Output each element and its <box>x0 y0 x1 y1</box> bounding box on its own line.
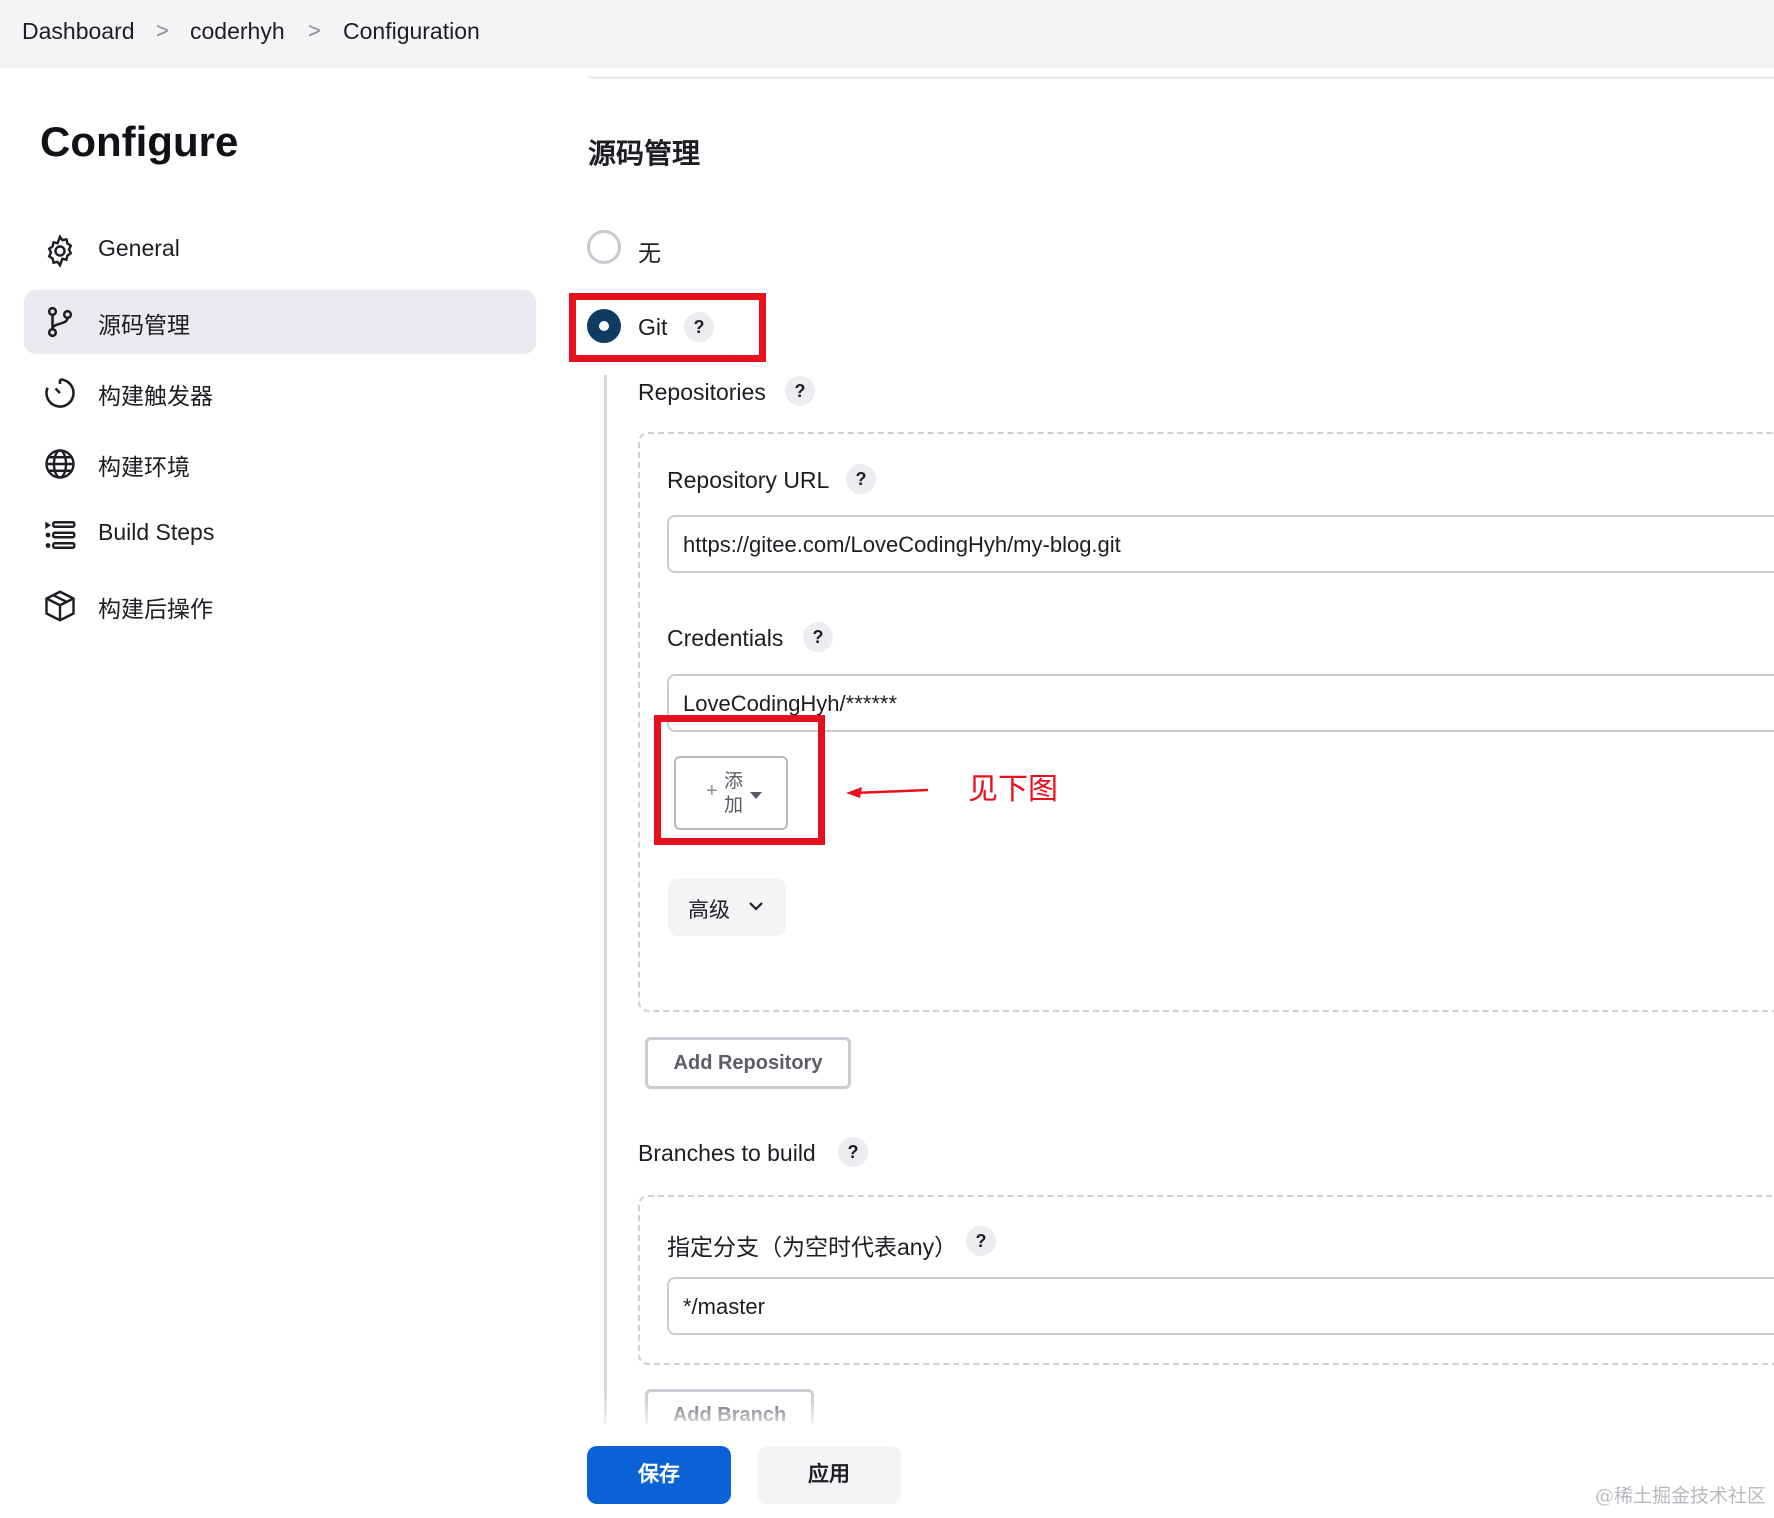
radio-none-label: 无 <box>638 240 661 266</box>
nested-indent-line <box>604 375 607 1425</box>
sidebar-item-label: 构建后操作 <box>98 596 213 622</box>
sidebar-item-label: 构建触发器 <box>98 383 213 409</box>
sidebar-item-label: 构建环境 <box>98 454 190 480</box>
sidebar-item-label: Build Steps <box>98 519 215 545</box>
sidebar-item-build-triggers[interactable]: 构建触发器 <box>24 361 536 425</box>
branches-label: Branches to build <box>638 1140 816 1166</box>
help-branch-specifier[interactable]: ? <box>966 1226 996 1256</box>
radio-none[interactable] <box>587 230 621 264</box>
help-branches[interactable]: ? <box>838 1137 868 1167</box>
page-title: Configure <box>40 118 239 165</box>
sidebar-item-build-steps[interactable]: Build Steps <box>24 503 536 567</box>
sidebar-item-build-environment[interactable]: 构建环境 <box>24 432 536 496</box>
package-icon <box>45 590 75 622</box>
annotation-text: 见下图 <box>968 773 1058 806</box>
help-repositories[interactable]: ? <box>785 376 815 406</box>
advanced-button[interactable]: 高级 <box>668 878 786 936</box>
credentials-select[interactable]: LoveCodingHyh/****** <box>667 674 1774 732</box>
sidebar-item-label: 源码管理 <box>98 312 190 338</box>
sidebar-item-source-management[interactable]: 源码管理 <box>24 290 536 354</box>
breadcrumb-dashboard[interactable]: Dashboard <box>22 18 135 45</box>
help-credentials[interactable]: ? <box>803 622 833 652</box>
globe-icon <box>45 449 75 479</box>
git-branch-icon <box>47 306 73 338</box>
breadcrumb-separator: > <box>308 18 321 43</box>
sidebar-item-label: General <box>98 235 180 261</box>
section-title: 源码管理 <box>588 138 701 169</box>
branch-specifier-label: 指定分支（为空时代表any） <box>667 1234 958 1260</box>
highlight-box-add <box>654 715 825 845</box>
chevron-down-icon <box>749 902 763 911</box>
breadcrumb: Dashboard > coderhyh > Configuration <box>0 0 1774 68</box>
sidebar-item-post-build-actions[interactable]: 构建后操作 <box>24 574 536 638</box>
apply-button[interactable]: 应用 <box>757 1446 901 1504</box>
save-button[interactable]: 保存 <box>587 1446 731 1504</box>
sidebar-item-general[interactable]: General <box>24 219 536 283</box>
breadcrumb-job[interactable]: coderhyh <box>190 18 285 45</box>
clock-icon <box>45 378 75 408</box>
highlight-box-git <box>569 293 766 362</box>
breadcrumb-separator: > <box>156 18 169 43</box>
watermark: @稀土掘金技术社区 <box>1594 1485 1766 1507</box>
arrow-left-icon <box>846 787 929 798</box>
breadcrumb-configuration[interactable]: Configuration <box>343 18 480 45</box>
add-repository-button[interactable]: Add Repository <box>645 1037 851 1089</box>
advanced-label: 高级 <box>688 899 730 922</box>
gear-icon <box>47 234 73 268</box>
section-divider <box>588 76 1774 79</box>
repository-url-input[interactable]: https://gitee.com/LoveCodingHyh/my-blog.… <box>667 515 1774 573</box>
repository-url-label: Repository URL <box>667 467 830 493</box>
help-repository-url[interactable]: ? <box>846 464 876 494</box>
credentials-label: Credentials <box>667 625 784 651</box>
branch-specifier-input[interactable]: */master <box>667 1277 1774 1335</box>
repositories-label: Repositories <box>638 379 766 405</box>
list-icon <box>45 521 76 549</box>
